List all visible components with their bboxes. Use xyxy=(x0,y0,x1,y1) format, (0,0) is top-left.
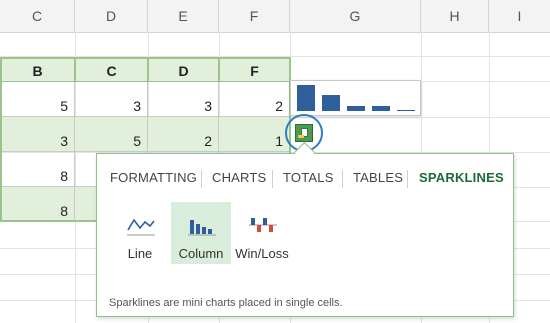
sparkline-preview xyxy=(290,80,421,116)
sparkline-bar xyxy=(322,95,340,111)
sparkline-bar xyxy=(397,109,415,111)
option-label: Column xyxy=(178,246,224,261)
column-header-i[interactable]: I xyxy=(489,0,550,32)
table-header-cell[interactable]: C xyxy=(75,57,148,82)
table-cell[interactable]: 5 xyxy=(0,82,75,117)
table-header-cell[interactable]: D xyxy=(148,57,219,82)
tab-sparklines[interactable]: SPARKLINES xyxy=(419,170,504,185)
option-label: Line xyxy=(127,246,153,261)
quick-analysis-icon[interactable] xyxy=(295,124,313,142)
panel-description: Sparklines are mini charts placed in sin… xyxy=(109,297,343,309)
table-cell[interactable]: 5 xyxy=(75,117,148,152)
sparkline-bar xyxy=(372,105,390,111)
sparkline-winloss-option[interactable]: Win/Loss xyxy=(232,202,292,264)
tab-separator xyxy=(342,170,343,188)
table-cell[interactable]: 3 xyxy=(148,82,219,117)
sparkline-line-icon xyxy=(127,218,155,236)
column-header-d[interactable]: D xyxy=(75,0,148,32)
column-header-row: C D E F G H I xyxy=(0,0,550,33)
tab-separator xyxy=(201,170,202,188)
table-cell[interactable]: 8 xyxy=(0,187,75,221)
table-header-cell[interactable]: F xyxy=(219,57,290,82)
tab-formatting[interactable]: FORMATTING xyxy=(110,170,197,185)
column-header-g[interactable]: G xyxy=(290,0,421,32)
table-header-cell[interactable]: B xyxy=(0,57,75,82)
sparkline-winloss-icon xyxy=(249,218,277,232)
sparkline-bar xyxy=(297,85,315,111)
tab-totals[interactable]: TOTALS xyxy=(283,170,334,185)
table-cell[interactable]: 2 xyxy=(219,82,290,117)
column-header-e[interactable]: E xyxy=(148,0,219,32)
option-label: Win/Loss xyxy=(235,246,289,261)
quick-analysis-panel: FORMATTING CHARTS TOTALS TABLES SPARKLIN… xyxy=(96,153,514,317)
tab-separator xyxy=(272,170,273,188)
column-header-h[interactable]: H xyxy=(421,0,489,32)
table-cell[interactable]: 8 xyxy=(0,152,75,187)
sparkline-column-option[interactable]: Column xyxy=(171,202,231,264)
table-cell[interactable]: 1 xyxy=(219,117,290,152)
table-cell[interactable]: 3 xyxy=(75,82,148,117)
sparkline-line-option[interactable]: Line xyxy=(110,202,170,264)
tab-separator xyxy=(407,170,408,188)
tab-charts[interactable]: CHARTS xyxy=(212,170,266,185)
table-cell[interactable]: 2 xyxy=(148,117,219,152)
column-header-c[interactable]: C xyxy=(0,0,75,32)
sparkline-bar xyxy=(347,105,365,111)
table-cell[interactable]: 3 xyxy=(0,117,75,152)
tab-tables[interactable]: TABLES xyxy=(353,170,403,185)
sparkline-column-icon xyxy=(188,220,216,236)
column-header-f[interactable]: F xyxy=(219,0,290,32)
